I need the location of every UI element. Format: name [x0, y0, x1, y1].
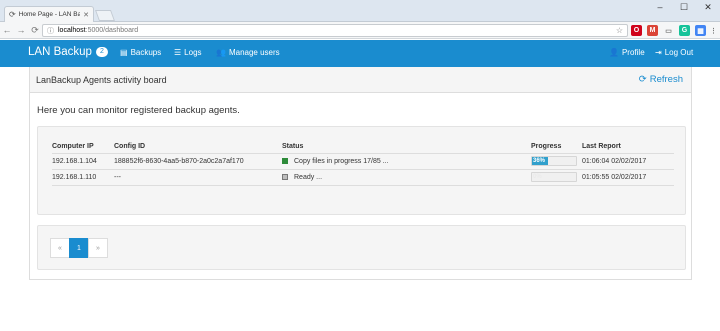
forward-button[interactable]: →	[14, 25, 28, 35]
intro-text: Here you can monitor registered backup a…	[37, 105, 240, 116]
header-status: Status	[282, 140, 531, 154]
table-header-row: Computer IP Config ID Status Progress La…	[52, 140, 674, 154]
calendar-icon[interactable]: ▦	[695, 25, 706, 36]
list-icon: ☰	[174, 48, 182, 57]
hdd-icon: ▤	[120, 48, 128, 57]
pagination-next[interactable]: »	[88, 238, 108, 258]
pagination-well: « 1 »	[37, 225, 686, 270]
reload-button[interactable]: ⟳	[28, 25, 42, 36]
header-config-id: Config ID	[114, 140, 282, 154]
logout-icon: ⇥	[655, 48, 662, 57]
grammarly-icon[interactable]: G	[679, 25, 690, 36]
status-text: Ready ...	[294, 173, 323, 181]
cell-ip: 192.168.1.110	[52, 169, 114, 186]
refresh-label: Refresh	[649, 74, 683, 85]
nav-logout-label: Log Out	[664, 48, 694, 57]
opera-icon[interactable]: O	[631, 25, 642, 36]
back-button[interactable]: ←	[0, 25, 14, 35]
nav-backups[interactable]: ▤ Backups	[120, 48, 161, 57]
browser-toolbar: ← → ⟳ ⓘ localhost:5000/dashboard ☆	[0, 22, 720, 39]
nav-profile[interactable]: 👤 Profile	[609, 48, 645, 57]
brand-badge: 2	[95, 47, 108, 57]
agents-table-well: Computer IP Config ID Status Progress La…	[37, 126, 686, 215]
bookmark-star-icon[interactable]: ☆	[616, 26, 623, 35]
browser-tab-title: Home Page - LAN Backup	[18, 11, 81, 18]
maximize-button[interactable]: ☐	[672, 0, 696, 14]
url-host: localhost	[58, 27, 86, 34]
menu-icon[interactable]: ⋮	[708, 25, 719, 36]
nav-manage-users-label: Manage users	[228, 48, 280, 57]
info-icon[interactable]: ⓘ	[47, 26, 54, 36]
table-row: 192.168.1.110 --- Ready ... 0% 01:05:55 02/0…	[52, 169, 674, 186]
nav-logout[interactable]: ⇥ Log Out	[655, 48, 693, 57]
refresh-button[interactable]: ⟳ Refresh	[639, 74, 683, 85]
cell-last-report: 01:05:55 02/02/2017	[582, 169, 674, 186]
url-path: :5000/dashboard	[85, 27, 139, 34]
cell-last-report: 01:06:04 02/02/2017	[582, 153, 674, 170]
tab-close-icon[interactable]: ✕	[83, 11, 89, 19]
cell-progress: 36%	[531, 153, 582, 170]
status-indicator	[282, 157, 288, 164]
table-row: 192.168.1.104 188852f6-8630-4aa5-b870-2a0…	[52, 153, 674, 170]
cell-config-id: ---	[114, 169, 282, 186]
nav-backups-label: Backups	[130, 48, 162, 57]
header-progress: Progress	[531, 140, 582, 154]
url-text[interactable]: localhost:5000/dashboard	[58, 27, 612, 34]
close-window-button[interactable]: ✕	[696, 0, 720, 14]
app-navbar: LAN Backup 2 ▤ Backups ☰ Logs 👥 Manage u…	[0, 40, 720, 67]
progress-bar: 0%	[531, 172, 577, 182]
pagination: « 1 »	[50, 238, 108, 258]
panel-header: LanBackup Agents activity board ⟳ Refres…	[30, 67, 691, 93]
browser-tabstrip: ⟳ Home Page - LAN Backup ✕ – ☐ ✕	[0, 0, 720, 22]
minimize-button[interactable]: –	[648, 0, 672, 14]
progress-bar: 36%	[531, 156, 577, 166]
nav-logs-label: Logs	[184, 48, 202, 57]
cell-status: Copy files in progress 17/85 ...	[282, 153, 531, 170]
gmail-icon[interactable]: M	[647, 25, 658, 36]
address-bar[interactable]: ⓘ localhost:5000/dashboard ☆	[42, 24, 628, 37]
progress-fill: 36%	[532, 157, 548, 165]
pagination-page-1[interactable]: 1	[69, 238, 89, 258]
users-icon: 👥	[216, 48, 226, 57]
cell-status: Ready ...	[282, 169, 531, 186]
nav-profile-label: Profile	[621, 48, 645, 57]
header-last-report: Last Report	[582, 140, 674, 154]
agents-table: Computer IP Config ID Status Progress La…	[52, 140, 674, 186]
browser-tab[interactable]: ⟳ Home Page - LAN Backup ✕	[4, 6, 94, 22]
header-computer-ip: Computer IP	[52, 140, 114, 154]
cast-icon[interactable]: ▭	[663, 25, 674, 36]
progress-fill: 0%	[533, 174, 542, 180]
nav-logs[interactable]: ☰ Logs	[174, 48, 202, 57]
nav-manage-users[interactable]: 👥 Manage users	[216, 48, 280, 57]
brand[interactable]: LAN Backup 2	[28, 46, 108, 58]
panel-title: LanBackup Agents activity board	[36, 75, 167, 85]
new-tab-button[interactable]	[94, 10, 116, 21]
cell-config-id: 188852f6-8630-4aa5-b870-2a0c2a7af170	[114, 153, 282, 170]
status-text: Copy files in progress 17/85 ...	[294, 157, 389, 165]
status-indicator	[282, 173, 288, 180]
cell-progress: 0%	[531, 169, 582, 186]
brand-name: LAN Backup	[28, 46, 92, 58]
refresh-icon: ⟳	[638, 74, 647, 85]
user-icon: 👤	[609, 48, 619, 57]
window-controls: – ☐ ✕	[648, 0, 720, 14]
cell-ip: 192.168.1.104	[52, 153, 114, 170]
refresh-favicon-icon: ⟳	[9, 10, 16, 19]
pagination-prev[interactable]: «	[50, 238, 70, 258]
agents-panel: LanBackup Agents activity board ⟳ Refres…	[29, 67, 692, 280]
